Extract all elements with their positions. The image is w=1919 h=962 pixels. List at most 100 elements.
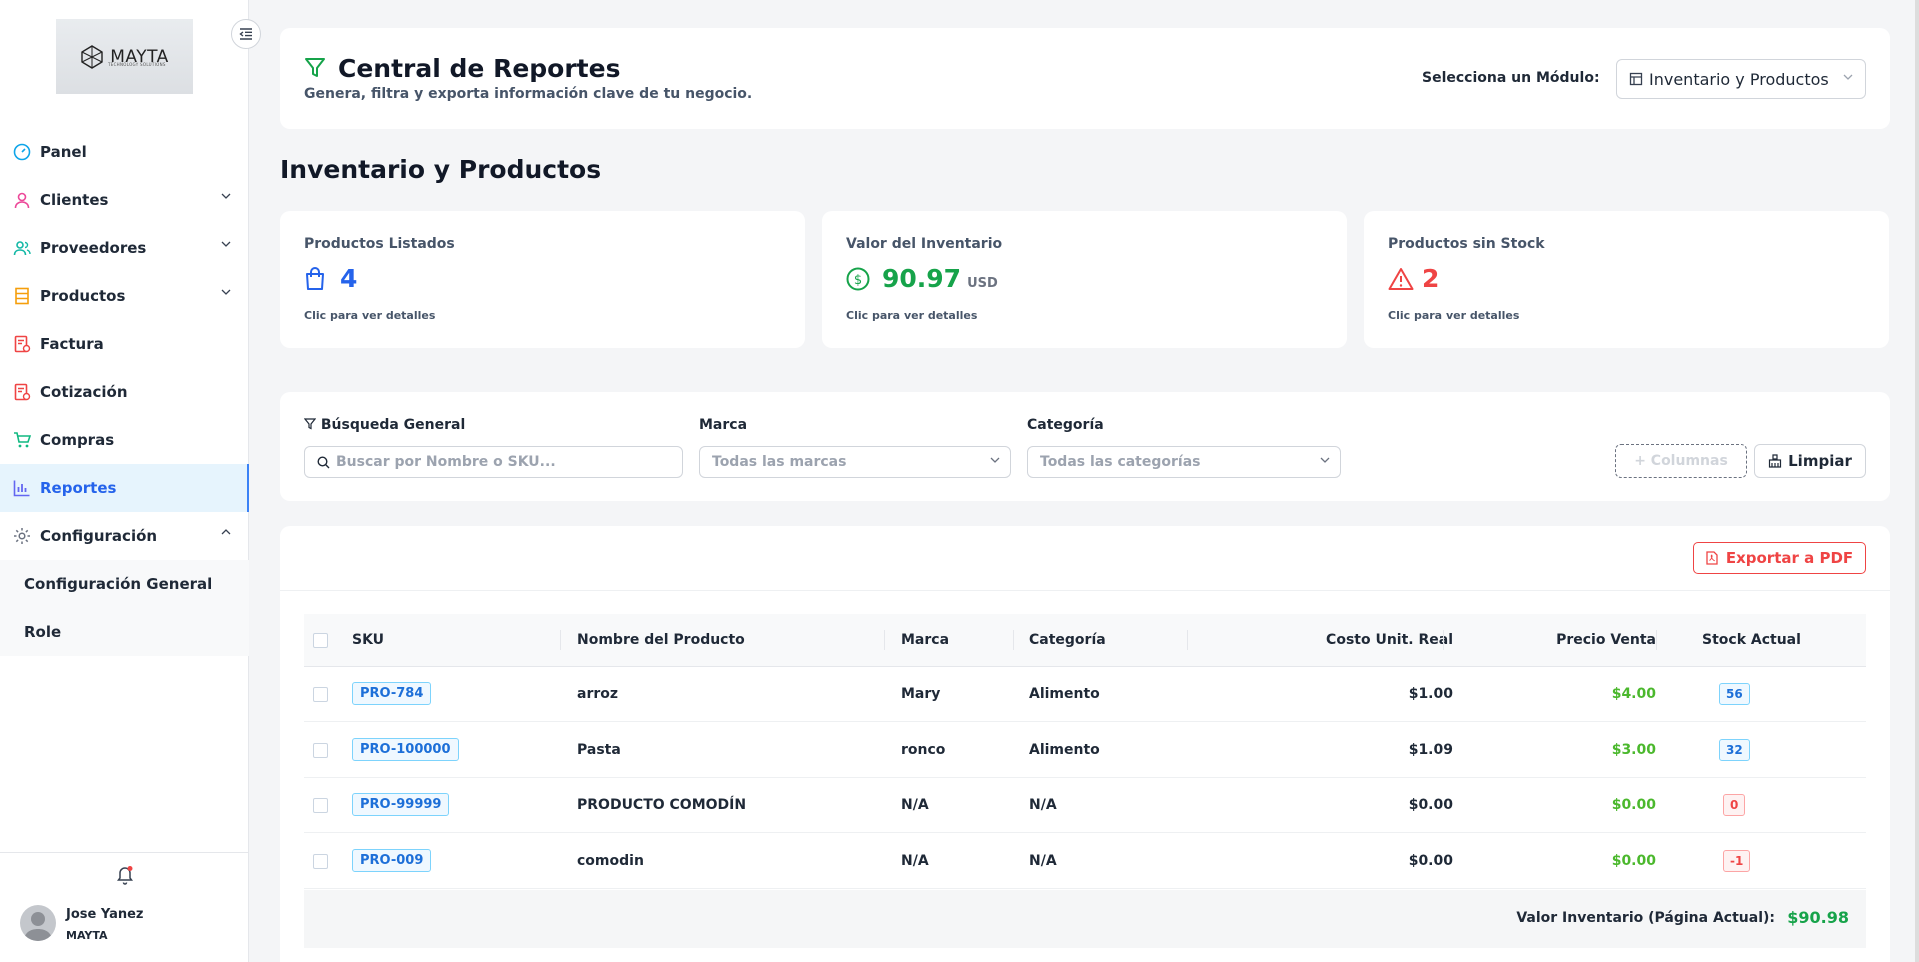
cart-icon [13,431,31,449]
product-name: arroz [577,686,619,702]
product-category: N/A [1029,853,1057,869]
product-price: $4.00 [1611,686,1656,702]
user-name: Jose Yanez [66,907,144,922]
dollar-circle-icon: $ [846,267,870,291]
submenu-item-role[interactable]: Role [0,608,249,656]
sidebar-item-productos[interactable]: Productos [0,272,249,320]
product-name: Pasta [577,742,621,758]
product-name: comodin [577,853,644,869]
notification-bell-icon[interactable] [116,865,134,889]
sidebar-item-label: Panel [40,143,87,161]
table-footer: Valor Inventario (Página Actual): $90.98 [304,890,1866,948]
product-category: Alimento [1029,742,1100,758]
chart-icon [13,479,31,497]
chevron-down-icon [1843,74,1853,80]
stat-card-valor-inventario[interactable]: Valor del Inventario $ 90.97 USD Clic par… [822,211,1347,348]
products-report-table: Exportar a PDF SKU Nombre del Producto M… [280,526,1890,962]
column-divider [1187,630,1188,650]
export-pdf-button[interactable]: Exportar a PDF [1693,542,1866,574]
search-icon [317,455,330,468]
stock-badge: 0 [1723,794,1746,816]
column-divider [1013,630,1014,650]
sidebar-footer: Jose Yanez MAYTA [0,852,249,962]
column-divider [1443,630,1444,650]
inventory-total-value: $90.98 [1787,908,1849,927]
sidebar-item-clientes[interactable]: Clientes [0,176,249,224]
brand-filter-value: Todas las marcas [712,454,847,470]
column-header-name[interactable]: Nombre del Producto [577,632,745,648]
category-filter-select[interactable]: Todas las categorías [1027,446,1341,478]
category-filter-value: Todas las categorías [1040,454,1201,470]
avatar[interactable] [20,905,56,941]
shopping-bag-icon [306,267,324,290]
divider [280,590,1890,591]
sidebar-item-proveedores[interactable]: Proveedores [0,224,249,272]
sidebar-item-factura[interactable]: Factura [0,320,249,368]
inventory-total-label: Valor Inventario (Página Actual): [1516,910,1775,926]
sidebar-item-label: Compras [40,431,115,449]
user-avatar-icon [24,912,52,941]
sidebar-item-compras[interactable]: Compras [0,416,249,464]
clear-filters-button[interactable]: Limpiar [1754,444,1866,478]
product-brand: Mary [901,686,941,702]
column-header-category[interactable]: Categoría [1029,632,1106,648]
search-label-group: Búsqueda General [303,417,466,433]
stat-card-productos-sin-stock[interactable]: Productos sin Stock 2 Clic para ver deta… [1364,211,1889,348]
columns-button[interactable]: + Columnas [1615,444,1747,478]
product-category: Alimento [1029,686,1100,702]
user-icon [13,191,31,209]
sidebar-item-configuracion[interactable]: Configuración [0,512,249,560]
row-checkbox[interactable] [313,798,328,813]
section-title: Inventario y Productos [280,155,602,184]
row-checkbox[interactable] [313,743,328,758]
search-label: Búsqueda General [320,417,466,433]
row-checkbox[interactable] [313,687,328,702]
sidebar-item-reportes[interactable]: Reportes [0,464,249,512]
table-row[interactable]: PRO-99999 PRODUCTO COMODÍN N/A N/A $0.00… [304,778,1866,833]
stat-details-link[interactable]: Clic para ver detalles [1388,309,1519,322]
chevron-down-icon [221,241,231,247]
stat-unit: USD [967,276,998,291]
gear-icon [13,527,31,545]
module-select-value: Inventario y Productos [1649,69,1829,89]
column-header-sku[interactable]: SKU [352,632,384,648]
sidebar-nav: Panel Clientes Proveedores Productos Fac… [0,128,249,656]
column-header-brand[interactable]: Marca [901,632,949,648]
search-input[interactable]: Buscar por Nombre o SKU... [304,446,683,478]
stat-card-productos-listados[interactable]: Productos Listados 4 Clic para ver detal… [280,211,805,348]
store-icon [1629,72,1643,86]
product-cost: $0.00 [1408,797,1453,813]
stock-badge: 32 [1719,739,1750,761]
stat-details-link[interactable]: Clic para ver detalles [304,309,435,322]
page-scrollbar[interactable] [1915,0,1919,962]
select-all-checkbox[interactable] [313,633,328,648]
sidebar-item-cotizacion[interactable]: Cotización [0,368,249,416]
module-select[interactable]: Inventario y Productos [1616,59,1866,99]
sidebar-item-label: Configuración [40,527,158,545]
user-organization: MAYTA [66,929,108,942]
stat-details-link[interactable]: Clic para ver detalles [846,309,977,322]
sidebar-item-label: Factura [40,335,104,353]
column-header-stock[interactable]: Stock Actual [1702,632,1801,648]
table-row[interactable]: PRO-009 comodin N/A N/A $0.00 $0.00 -1 [304,834,1866,889]
category-filter-label: Categoría [1027,417,1104,433]
stat-value: 90.97 [882,264,962,293]
brand-filter-select[interactable]: Todas las marcas [699,446,1011,478]
product-brand: ronco [901,742,946,758]
brand-logo[interactable]: MAYTA TECHNOLOGY SOLUTIONS [56,19,193,94]
sidebar-item-panel[interactable]: Panel [0,128,249,176]
product-price: $0.00 [1611,853,1656,869]
submenu-item-configuracion-general[interactable]: Configuración General [0,560,249,608]
table-row[interactable]: PRO-100000 Pasta ronco Alimento $1.09 $3… [304,723,1866,778]
chevron-down-icon [990,457,1000,463]
sidebar-collapse-button[interactable] [231,19,261,49]
users-icon [13,239,31,257]
column-header-price[interactable]: Precio Venta [1556,632,1656,648]
column-header-cost[interactable]: Costo Unit. Real [1326,632,1453,648]
sidebar-item-label: Clientes [40,191,109,209]
row-checkbox[interactable] [313,854,328,869]
table-row[interactable]: PRO-784 arroz Mary Alimento $1.00 $4.00 … [304,667,1866,722]
stock-badge: 56 [1719,683,1750,705]
sidebar-item-label: Reportes [40,479,117,497]
product-cost: $0.00 [1408,853,1453,869]
